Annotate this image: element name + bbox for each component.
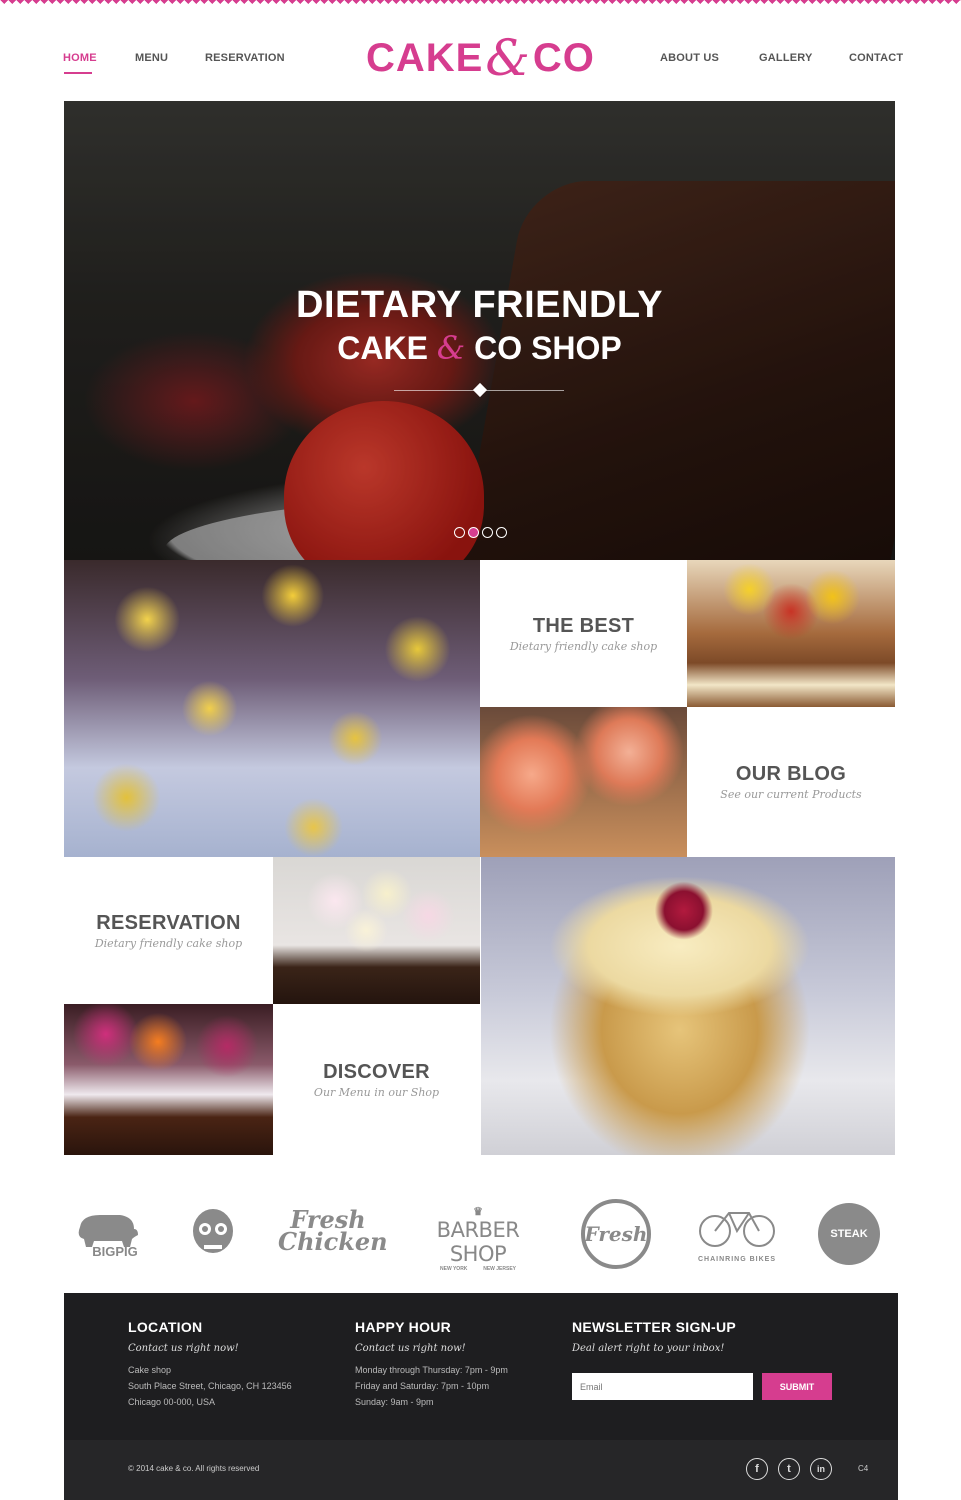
footer-happy-hour: HAPPY HOUR Contact us right now! Monday … — [355, 1319, 508, 1410]
twitter-icon[interactable]: t — [778, 1458, 800, 1480]
tile-reservation[interactable]: RESERVATION Dietary friendly cake shop — [64, 857, 273, 1004]
hero-cake-image — [460, 181, 895, 560]
footer-happy-line-2: Friday and Saturday: 7pm - 10pm — [355, 1381, 490, 1391]
linkedin-icon[interactable]: in — [810, 1458, 832, 1480]
nav-active-indicator — [64, 72, 92, 74]
footer-credit: C4 — [858, 1464, 869, 1473]
footer-happy-hours: Monday through Thursday: 7pm - 9pm Frida… — [355, 1362, 508, 1410]
nav-menu[interactable]: MENU — [135, 52, 168, 64]
footer-location-line-2: South Place Street, Chicago, CH 123456 — [128, 1381, 292, 1391]
footer-location-address: Cake shop South Place Street, Chicago, C… — [128, 1362, 292, 1410]
nav-gallery[interactable]: GALLERY — [759, 52, 813, 64]
partner-logos: BIGPIG Fresh Chicken ♛ BARBER SHOP NEW Y… — [64, 1195, 895, 1275]
tile-discover-subtitle: Our Menu in our Shop — [313, 1085, 440, 1099]
tile-our-blog-title: OUR BLOG — [735, 763, 847, 785]
facebook-icon[interactable]: f — [746, 1458, 768, 1480]
tile-discover-title: DISCOVER — [323, 1060, 430, 1083]
hero-heading: DIETARY FRIENDLY CAKE & CO SHOP — [64, 284, 895, 367]
footer-location-line-3: Chicago 00-000, USA — [128, 1397, 216, 1407]
nav-about-us[interactable]: ABOUT US — [660, 52, 719, 64]
tile-reservation-title: RESERVATION — [96, 911, 241, 934]
tile-reservation-subtitle: Dietary friendly cake shop — [94, 936, 243, 950]
partner-bikes-label: CHAINRING BIKES — [697, 1256, 776, 1263]
hero-plate-image — [164, 496, 864, 560]
partner-barber-left: NEW YORK — [440, 1266, 468, 1272]
tile-discover[interactable]: DISCOVER Our Menu in our Shop — [273, 1004, 480, 1155]
partner-bigpig-label: BIGPIG — [92, 1244, 138, 1259]
footer-location-sub: Contact us right now! — [128, 1343, 239, 1354]
footer-location-line-1: Cake shop — [128, 1365, 172, 1375]
tile-our-blog-subtitle: See our current Products — [720, 788, 862, 801]
nav-home[interactable]: HOME — [63, 52, 97, 64]
slider-dot-1[interactable] — [454, 527, 465, 538]
partner-fresh-badge[interactable]: Fresh — [581, 1199, 651, 1269]
gallery-cupcakes-stand-image[interactable] — [64, 560, 480, 857]
footer-happy-sub: Contact us right now! — [355, 1343, 466, 1354]
tile-the-best-title: THE BEST — [532, 614, 635, 637]
copyright-text: © 2014 cake & co. All rights reserved — [128, 1464, 260, 1473]
footer-happy-title: HAPPY HOUR — [355, 1319, 452, 1335]
nav-reservation[interactable]: RESERVATION — [205, 52, 285, 64]
footer-newsletter-title: NEWSLETTER SIGN-UP — [572, 1319, 737, 1335]
tile-the-best-subtitle: Dietary friendly cake shop — [509, 639, 658, 653]
newsletter-submit-button[interactable]: SUBMIT — [762, 1373, 832, 1400]
logo-ampersand: & — [485, 29, 531, 87]
bicycle-icon — [699, 1212, 775, 1247]
hero-heading-cake: CAKE — [337, 330, 428, 366]
logo-word-co: CO — [532, 35, 595, 80]
tile-our-blog[interactable]: OUR BLOG See our current Products — [687, 707, 895, 857]
gallery-pansy-cake-image[interactable] — [64, 1004, 273, 1155]
gallery-orange-cupcakes-image[interactable] — [480, 707, 687, 857]
slider-dot-4[interactable] — [496, 527, 507, 538]
footer-happy-line-1: Monday through Thursday: 7pm - 9pm — [355, 1365, 508, 1375]
partner-best-steak[interactable]: STEAK — [818, 1203, 880, 1265]
footer-newsletter-sub: Deal alert right to your inbox! — [572, 1343, 725, 1354]
slider-dot-2[interactable] — [468, 527, 479, 538]
partner-steak-label: STEAK — [830, 1228, 868, 1240]
partner-chainring-bikes[interactable]: CHAINRING BIKES — [694, 1205, 780, 1263]
logo-word-cake: CAKE — [366, 35, 484, 80]
hero-divider-diamond — [472, 382, 488, 398]
partner-fresh-chicken[interactable]: Fresh Chicken — [278, 1208, 388, 1254]
site-logo[interactable]: CAKE & CO — [366, 29, 596, 87]
partner-barber-sub: NEW YORK NEW JERSEY — [418, 1266, 538, 1272]
hero-heading-line1: DIETARY FRIENDLY — [296, 284, 663, 326]
footer-newsletter: NEWSLETTER SIGN-UP Deal alert right to y… — [572, 1319, 736, 1354]
gallery-flower-cake-image[interactable] — [687, 560, 895, 707]
partner-skull[interactable] — [190, 1207, 236, 1268]
hero-slider[interactable]: DIETARY FRIENDLY CAKE & CO SHOP — [64, 101, 895, 560]
partner-barber-shop[interactable]: ♛ BARBER SHOP NEW YORK NEW JERSEY — [418, 1205, 538, 1272]
hero-heading-ampersand: & — [436, 329, 466, 367]
partner-barber-right: NEW JERSEY — [483, 1266, 516, 1272]
sugar-skull-icon — [193, 1209, 233, 1253]
main-navigation: HOME MENU RESERVATION ABOUT US GALLERY C… — [0, 0, 961, 100]
slider-pagination — [454, 527, 507, 538]
footer-location: LOCATION Contact us right now! Cake shop… — [128, 1319, 292, 1410]
footer-happy-line-3: Sunday: 9am - 9pm — [355, 1397, 434, 1407]
hero-heading-line2: CAKE & CO SHOP — [64, 329, 895, 367]
partner-fresh-badge-label: Fresh — [584, 1222, 648, 1246]
hero-heading-co-shop: CO SHOP — [474, 330, 622, 366]
gallery-raspberry-cupcake-image[interactable] — [481, 857, 895, 1155]
footer-bottom-bar: © 2014 cake & co. All rights reserved f … — [64, 1440, 898, 1500]
crown-icon: ♛ — [473, 1206, 483, 1218]
tile-the-best[interactable]: THE BEST Dietary friendly cake shop — [480, 560, 687, 707]
footer: LOCATION Contact us right now! Cake shop… — [64, 1293, 898, 1500]
partner-barber-shop-label: BARBER SHOP — [436, 1218, 520, 1266]
gallery-marshmallow-cupcake-image[interactable] — [273, 857, 480, 1004]
footer-location-title: LOCATION — [128, 1319, 203, 1335]
slider-dot-3[interactable] — [482, 527, 493, 538]
newsletter-email-input[interactable] — [572, 1373, 753, 1400]
nav-contact[interactable]: CONTACT — [849, 52, 903, 64]
partner-bigpig[interactable]: BIGPIG — [72, 1207, 142, 1259]
